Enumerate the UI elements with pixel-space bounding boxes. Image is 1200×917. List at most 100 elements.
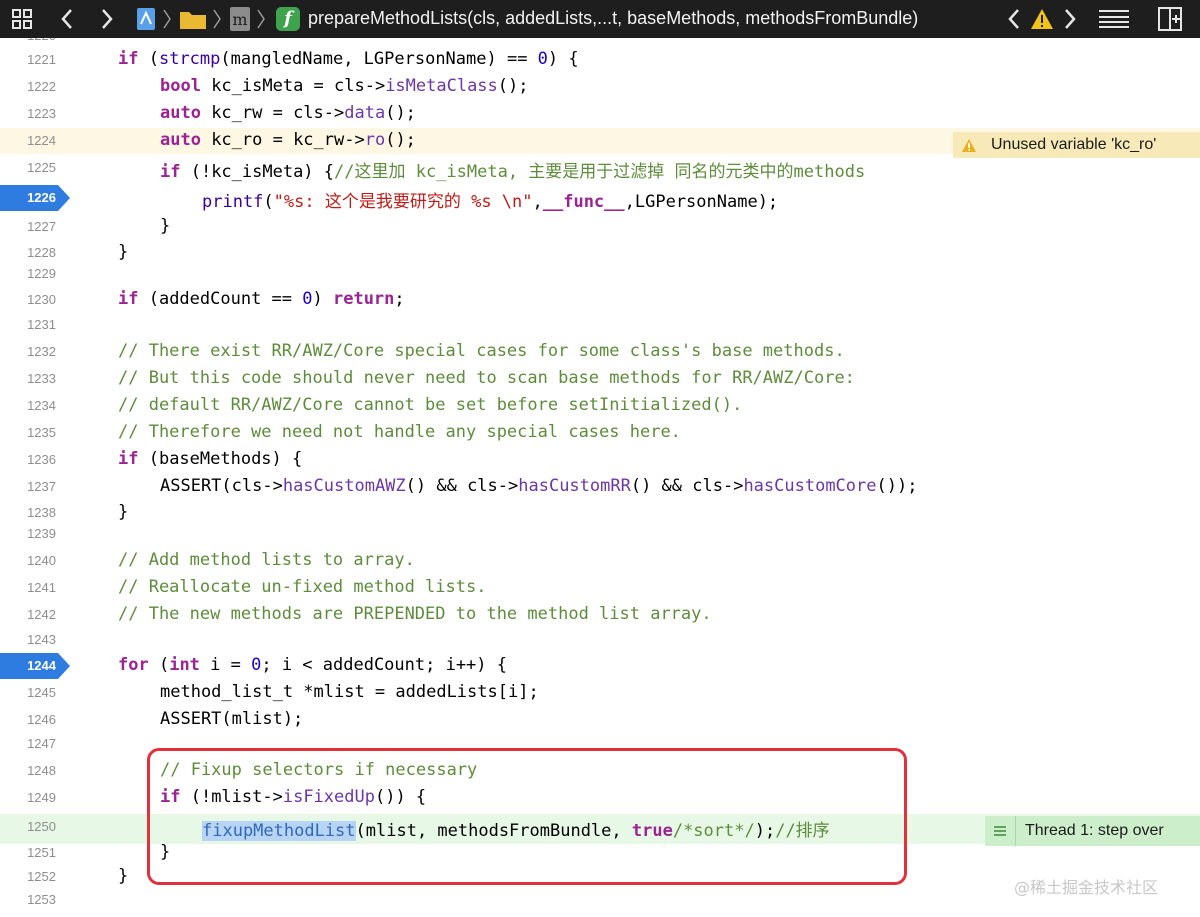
line-number[interactable]: 1249 (0, 790, 56, 805)
code-line[interactable]: bool kc_isMeta = cls->isMetaClass(); (160, 76, 529, 96)
token-plain: ()); (876, 476, 918, 496)
folder-icon[interactable] (178, 0, 208, 38)
warning-message: Unused variable 'kc_ro' (991, 136, 1157, 153)
token-plain: } (118, 502, 129, 522)
code-line[interactable]: // The new methods are PREPENDED to the … (118, 604, 712, 624)
line-number[interactable]: 1240 (0, 553, 56, 568)
line-number[interactable]: 1223 (0, 106, 56, 121)
line-number[interactable]: 1230 (0, 292, 56, 307)
code-line[interactable]: method_list_t *mlist = addedLists[i]; (160, 682, 539, 702)
code-line[interactable]: if (!kc_isMeta) {//这里加 kc_isMeta, 主要是用于过… (160, 157, 865, 182)
line-number[interactable]: 1253 (0, 892, 56, 907)
line-number[interactable]: 1237 (0, 479, 56, 494)
line-number[interactable]: 1226 (0, 190, 56, 205)
code-line[interactable]: // But this code should never need to sc… (118, 368, 855, 388)
breadcrumb-separator-icon (210, 0, 224, 38)
code-line[interactable]: auto kc_ro = kc_rw->ro(); (160, 130, 416, 150)
token-plain: (mangledName, LGPersonName) == (220, 49, 538, 69)
function-glyph: f (276, 7, 300, 31)
line-number[interactable]: 1235 (0, 425, 56, 440)
forward-chevron-icon[interactable] (94, 0, 120, 38)
token-cm: //这里加 kc_isMeta, 主要是用于过滤掉 同名的元类中的methods (334, 162, 866, 182)
editor-options-icon[interactable] (1096, 0, 1132, 38)
code-line[interactable]: printf("%s: 这个是我要研究的 %s \n",__func__,LGP… (202, 187, 778, 212)
next-issue-icon[interactable] (1058, 0, 1082, 38)
code-line[interactable]: } (160, 216, 170, 236)
code-line[interactable]: if (addedCount == 0) return; (118, 289, 405, 309)
line-number[interactable]: 1248 (0, 763, 56, 778)
token-fn: hasCustomCore (743, 476, 877, 496)
line-number[interactable]: 1238 (0, 505, 56, 520)
line-number[interactable]: 1247 (0, 736, 56, 751)
token-fn: hasCustomRR (518, 476, 631, 496)
related-items-icon[interactable] (8, 0, 36, 38)
token-kw: if (160, 162, 181, 182)
objc-file-icon[interactable]: m (228, 0, 252, 38)
back-chevron-icon[interactable] (54, 0, 80, 38)
line-number[interactable]: 1236 (0, 452, 56, 467)
step-over-icon (985, 825, 1015, 837)
line-number[interactable]: 1232 (0, 344, 56, 359)
code-line[interactable]: // There exist RR/AWZ/Core special cases… (118, 341, 845, 361)
line-number[interactable]: 1239 (0, 526, 56, 541)
thread-annotation[interactable]: Thread 1: step over (985, 816, 1200, 846)
token-plain: ( (148, 655, 170, 675)
token-plain: kc_rw = cls-> (200, 103, 345, 123)
line-number[interactable]: 1251 (0, 845, 56, 860)
breadcrumb-function-title[interactable]: prepareMethodLists(cls, addedLists,...t,… (308, 0, 918, 38)
token-cm: // There exist RR/AWZ/Core special cases… (118, 341, 845, 361)
code-line[interactable]: // Add method lists to array. (118, 550, 415, 570)
token-plain: } (118, 242, 129, 262)
line-number[interactable]: 1231 (0, 317, 56, 332)
line-number[interactable]: 1227 (0, 219, 56, 234)
previous-issue-icon[interactable] (1002, 0, 1026, 38)
code-line[interactable]: } (118, 866, 128, 886)
line-number[interactable]: 1250 (0, 819, 56, 834)
line-number[interactable]: 1229 (0, 266, 56, 281)
code-line[interactable]: } (118, 502, 128, 522)
token-str: "%s: 这个是我要研究的 %s \n" (273, 192, 533, 212)
warning-annotation[interactable]: Unused variable 'kc_ro' (953, 132, 1200, 158)
line-number[interactable]: 1225 (0, 160, 56, 175)
line-number[interactable]: 1242 (0, 607, 56, 622)
token-kw: auto (160, 130, 201, 150)
highlight-box (147, 748, 907, 885)
code-line[interactable]: } (118, 242, 128, 262)
code-line[interactable]: ASSERT(cls->hasCustomAWZ() && cls->hasCu… (160, 476, 917, 496)
token-plain: () && cls-> (630, 476, 744, 496)
code-line[interactable]: ASSERT(mlist); (160, 709, 303, 729)
line-number[interactable]: 1245 (0, 685, 56, 700)
line-number[interactable]: 1224 (0, 133, 56, 148)
line-number[interactable]: 1252 (0, 869, 56, 884)
token-fn2: strcmp (158, 49, 221, 69)
token-cm: // Therefore we need not handle any spec… (118, 422, 681, 442)
code-line[interactable]: // default RR/AWZ/Core cannot be set bef… (118, 395, 742, 415)
line-number[interactable]: 1241 (0, 580, 56, 595)
token-kw: if (118, 289, 139, 309)
project-icon[interactable] (134, 0, 158, 38)
token-fn2: printf (202, 192, 264, 212)
add-editor-icon[interactable] (1156, 0, 1184, 38)
line-number[interactable]: 1228 (0, 245, 56, 260)
warning-icon[interactable] (1028, 0, 1056, 38)
token-plain: ; i < addedCount; i++) { (261, 655, 507, 675)
line-number[interactable]: 1234 (0, 398, 56, 413)
token-cm: // But this code should never need to sc… (118, 368, 855, 388)
code-line[interactable]: for (int i = 0; i < addedCount; i++) { (118, 655, 507, 675)
line-number[interactable]: 1246 (0, 712, 56, 727)
code-line[interactable]: // Therefore we need not handle any spec… (118, 422, 681, 442)
token-plain: kc_isMeta = cls-> (200, 76, 386, 96)
file-glyph: m (230, 7, 250, 31)
code-line[interactable]: if (baseMethods) { (118, 449, 302, 469)
line-number[interactable]: 1221 (0, 52, 56, 67)
code-line[interactable]: auto kc_rw = cls->data(); (160, 103, 416, 123)
line-number[interactable]: 1222 (0, 79, 56, 94)
code-line[interactable]: if (strcmp(mangledName, LGPersonName) ==… (118, 49, 579, 69)
line-number[interactable]: 1243 (0, 632, 56, 647)
code-line[interactable]: // Reallocate un-fixed method lists. (118, 577, 486, 597)
token-kw: int (169, 655, 200, 675)
function-icon[interactable]: f (274, 0, 302, 38)
token-plain: (); (385, 103, 416, 123)
line-number[interactable]: 1233 (0, 371, 56, 386)
line-number[interactable]: 1244 (0, 658, 56, 673)
